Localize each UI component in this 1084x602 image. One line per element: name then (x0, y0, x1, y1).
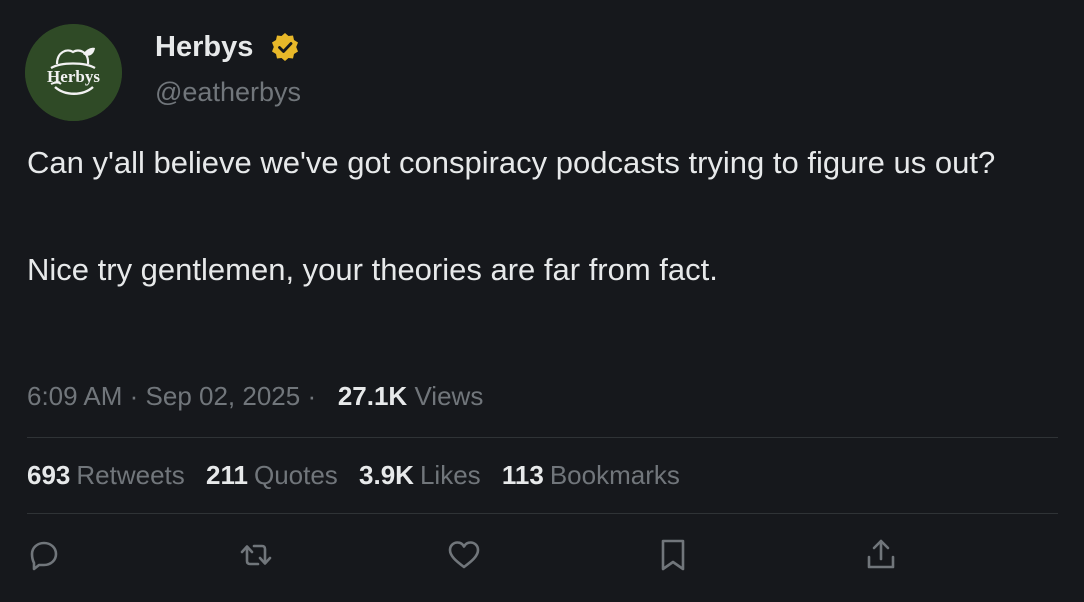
like-button[interactable] (444, 535, 484, 575)
bookmarks-label: Bookmarks (549, 460, 680, 490)
likes-label: Likes (419, 460, 481, 490)
heart-icon (448, 541, 480, 569)
quotes-count: 211 (206, 460, 248, 490)
action-bar (0, 535, 1084, 579)
views-count: 27.1K (337, 381, 408, 411)
tweet-date[interactable]: Sep 02, 2025 (146, 381, 301, 411)
tweet-paragraph: Can y'all believe we've got conspiracy p… (27, 145, 996, 180)
tweet-meta: 6:09 AM · Sep 02, 2025 · 27.1K Views (27, 379, 483, 413)
tweet-body: Can y'all believe we've got conspiracy p… (27, 140, 1057, 292)
bookmark-icon (661, 539, 685, 571)
bookmark-button[interactable] (653, 535, 693, 575)
tweet-card: Herbys Herbys @eatherbys Can y'all belie… (0, 0, 1084, 602)
divider (27, 437, 1058, 438)
likes-count: 3.9K (359, 460, 414, 490)
tweet-paragraph: Nice try gentlemen, your theories are fa… (27, 252, 718, 287)
bookmarks-stat[interactable]: 113 Bookmarks (502, 458, 680, 492)
user-handle[interactable]: @eatherbys (155, 75, 301, 109)
verified-badge-icon (269, 31, 301, 63)
tweet-time[interactable]: 6:09 AM (27, 381, 122, 411)
views-label: Views (414, 381, 484, 411)
herbys-logo-icon: Herbys (25, 24, 122, 121)
share-button[interactable] (861, 535, 901, 575)
quotes-stat[interactable]: 211 Quotes (206, 458, 338, 492)
separator-dot: · (307, 381, 331, 411)
retweet-icon (240, 544, 272, 566)
quotes-label: Quotes (253, 460, 338, 490)
separator-dot: · (129, 381, 146, 411)
avatar-text: Herbys (47, 67, 100, 86)
avatar[interactable]: Herbys (25, 24, 122, 121)
bookmarks-count: 113 (501, 460, 544, 490)
reply-button[interactable] (24, 535, 64, 575)
reply-icon (30, 541, 58, 571)
retweet-button[interactable] (236, 535, 276, 575)
retweets-label: Retweets (76, 460, 185, 490)
divider (27, 513, 1058, 514)
retweets-count: 693 (27, 460, 71, 490)
retweets-stat[interactable]: 693 Retweets (27, 458, 185, 492)
share-icon (867, 539, 895, 569)
display-name[interactable]: Herbys (155, 30, 253, 64)
likes-stat[interactable]: 3.9K Likes (359, 458, 481, 492)
engagement-stats: 693 Retweets 211 Quotes 3.9K Likes 113 Bookm… (27, 458, 694, 492)
